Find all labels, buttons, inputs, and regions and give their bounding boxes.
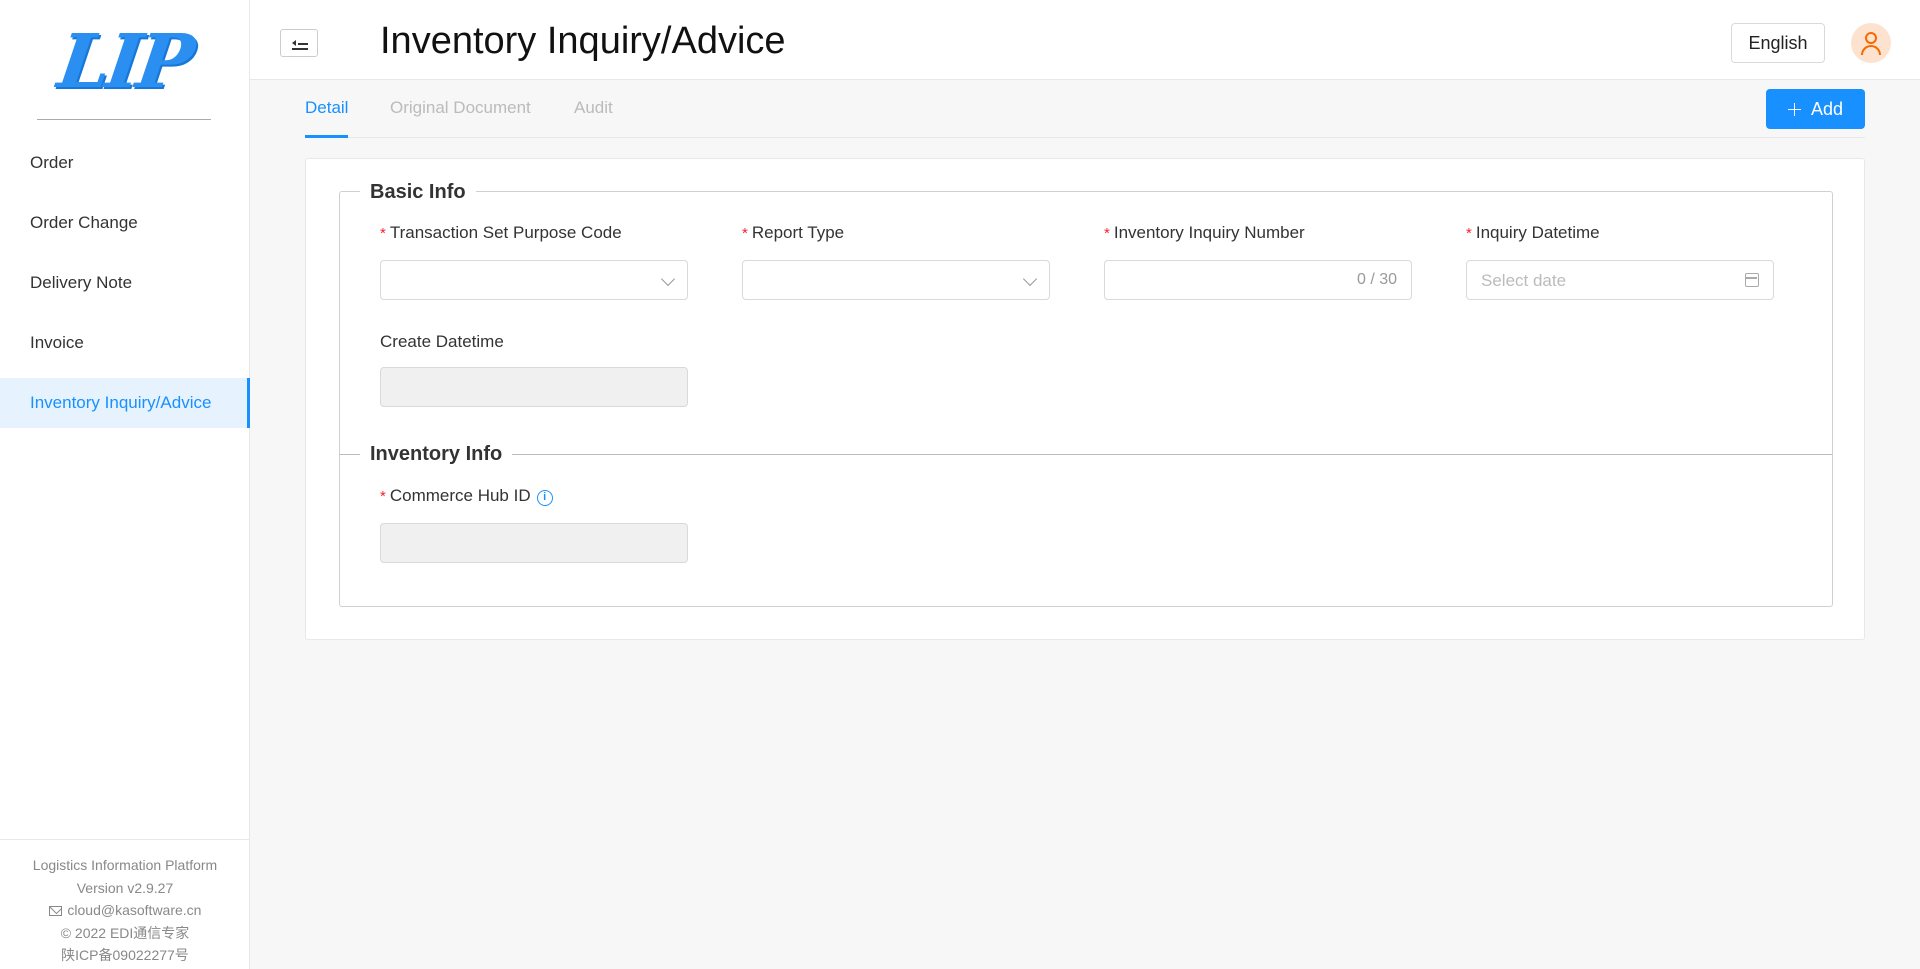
info-icon[interactable]: i bbox=[536, 490, 553, 506]
label-inquiry-datetime: * Inquiry Datetime bbox=[1466, 223, 1600, 242]
footer-icp: 陕ICP备09022277号 bbox=[61, 947, 189, 963]
sidebar-item-order-change[interactable]: Order Change bbox=[0, 198, 250, 248]
required-mark: * bbox=[380, 225, 386, 242]
logo-text: LIP bbox=[53, 19, 196, 105]
date-placeholder: Select date bbox=[1481, 271, 1567, 290]
form-card: Basic Info * Transaction Set Purpose Code… bbox=[305, 158, 1865, 640]
tab-bar: Detail Original Document Audit bbox=[305, 80, 1865, 138]
tab-original-document[interactable]: Original Document bbox=[390, 80, 531, 138]
required-mark: * bbox=[1104, 225, 1110, 242]
create-datetime-input bbox=[380, 367, 688, 407]
label-inquiry-number: * Inventory Inquiry Number bbox=[1104, 223, 1305, 242]
tab-audit[interactable]: Audit bbox=[574, 80, 613, 138]
label-commerce-hub-id: * Commerce Hub ID i bbox=[380, 486, 553, 506]
section-divider bbox=[340, 454, 1832, 455]
required-mark: * bbox=[380, 488, 386, 505]
report-type-select[interactable] bbox=[742, 260, 1050, 300]
sidebar-item-invoice[interactable]: Invoice bbox=[0, 318, 250, 368]
language-button[interactable]: English bbox=[1731, 23, 1825, 63]
sidebar: LIP Order Order Change Delivery Note Inv… bbox=[0, 0, 250, 969]
label-create-datetime: Create Datetime bbox=[380, 332, 504, 351]
footer-version: Version v2.9.27 bbox=[76, 879, 174, 896]
logo[interactable]: LIP bbox=[0, 0, 249, 120]
add-button-label: Add bbox=[1810, 98, 1844, 119]
sidebar-footer: Logistics Information Platform Version v… bbox=[0, 839, 250, 969]
chevron-down-icon bbox=[660, 271, 676, 287]
inquiry-datetime-picker[interactable]: Select date bbox=[1466, 260, 1774, 300]
label-report-type: * Report Type bbox=[742, 223, 845, 242]
footer-copyright: © 2022 EDI通信专家 bbox=[60, 924, 190, 941]
required-mark: * bbox=[1466, 225, 1472, 242]
sidebar-item-delivery-note[interactable]: Delivery Note bbox=[0, 258, 250, 308]
commerce-hub-id-input bbox=[380, 523, 688, 563]
mail-icon bbox=[48, 906, 62, 916]
tab-detail[interactable]: Detail bbox=[305, 80, 349, 138]
footer-email: cloud@kasoftware.cn bbox=[67, 902, 202, 918]
sidebar-toggle-button[interactable] bbox=[280, 29, 318, 57]
menu-fold-icon bbox=[292, 38, 308, 50]
inquiry-number-input[interactable]: 0 / 30 bbox=[1104, 260, 1412, 300]
label-purpose-code: * Transaction Set Purpose Code bbox=[380, 223, 622, 242]
footer-platform: Logistics Information Platform bbox=[32, 857, 218, 873]
header: Inventory Inquiry/Advice English bbox=[250, 0, 1920, 80]
logo-divider bbox=[37, 119, 211, 120]
page-title: Inventory Inquiry/Advice bbox=[380, 20, 786, 62]
chevron-down-icon bbox=[1022, 271, 1038, 287]
footer-email-row: cloud@kasoftware.cn bbox=[0, 899, 250, 922]
purpose-code-select[interactable] bbox=[380, 260, 688, 300]
section-title-inventory-info: Inventory Info bbox=[360, 443, 513, 466]
user-icon bbox=[1865, 32, 1877, 44]
char-counter: 0 / 30 bbox=[1356, 271, 1397, 288]
required-mark: * bbox=[742, 225, 748, 242]
plus-icon bbox=[1787, 102, 1801, 116]
sidebar-item-order[interactable]: Order bbox=[0, 138, 250, 188]
calendar-icon bbox=[1745, 273, 1759, 287]
section-title-basic-info: Basic Info bbox=[360, 181, 476, 204]
sidebar-menu: Order Order Change Delivery Note Invoice… bbox=[0, 138, 250, 438]
add-button[interactable]: Add bbox=[1766, 89, 1865, 129]
user-avatar[interactable] bbox=[1851, 23, 1891, 63]
sidebar-item-inventory-inquiry[interactable]: Inventory Inquiry/Advice bbox=[0, 378, 250, 428]
